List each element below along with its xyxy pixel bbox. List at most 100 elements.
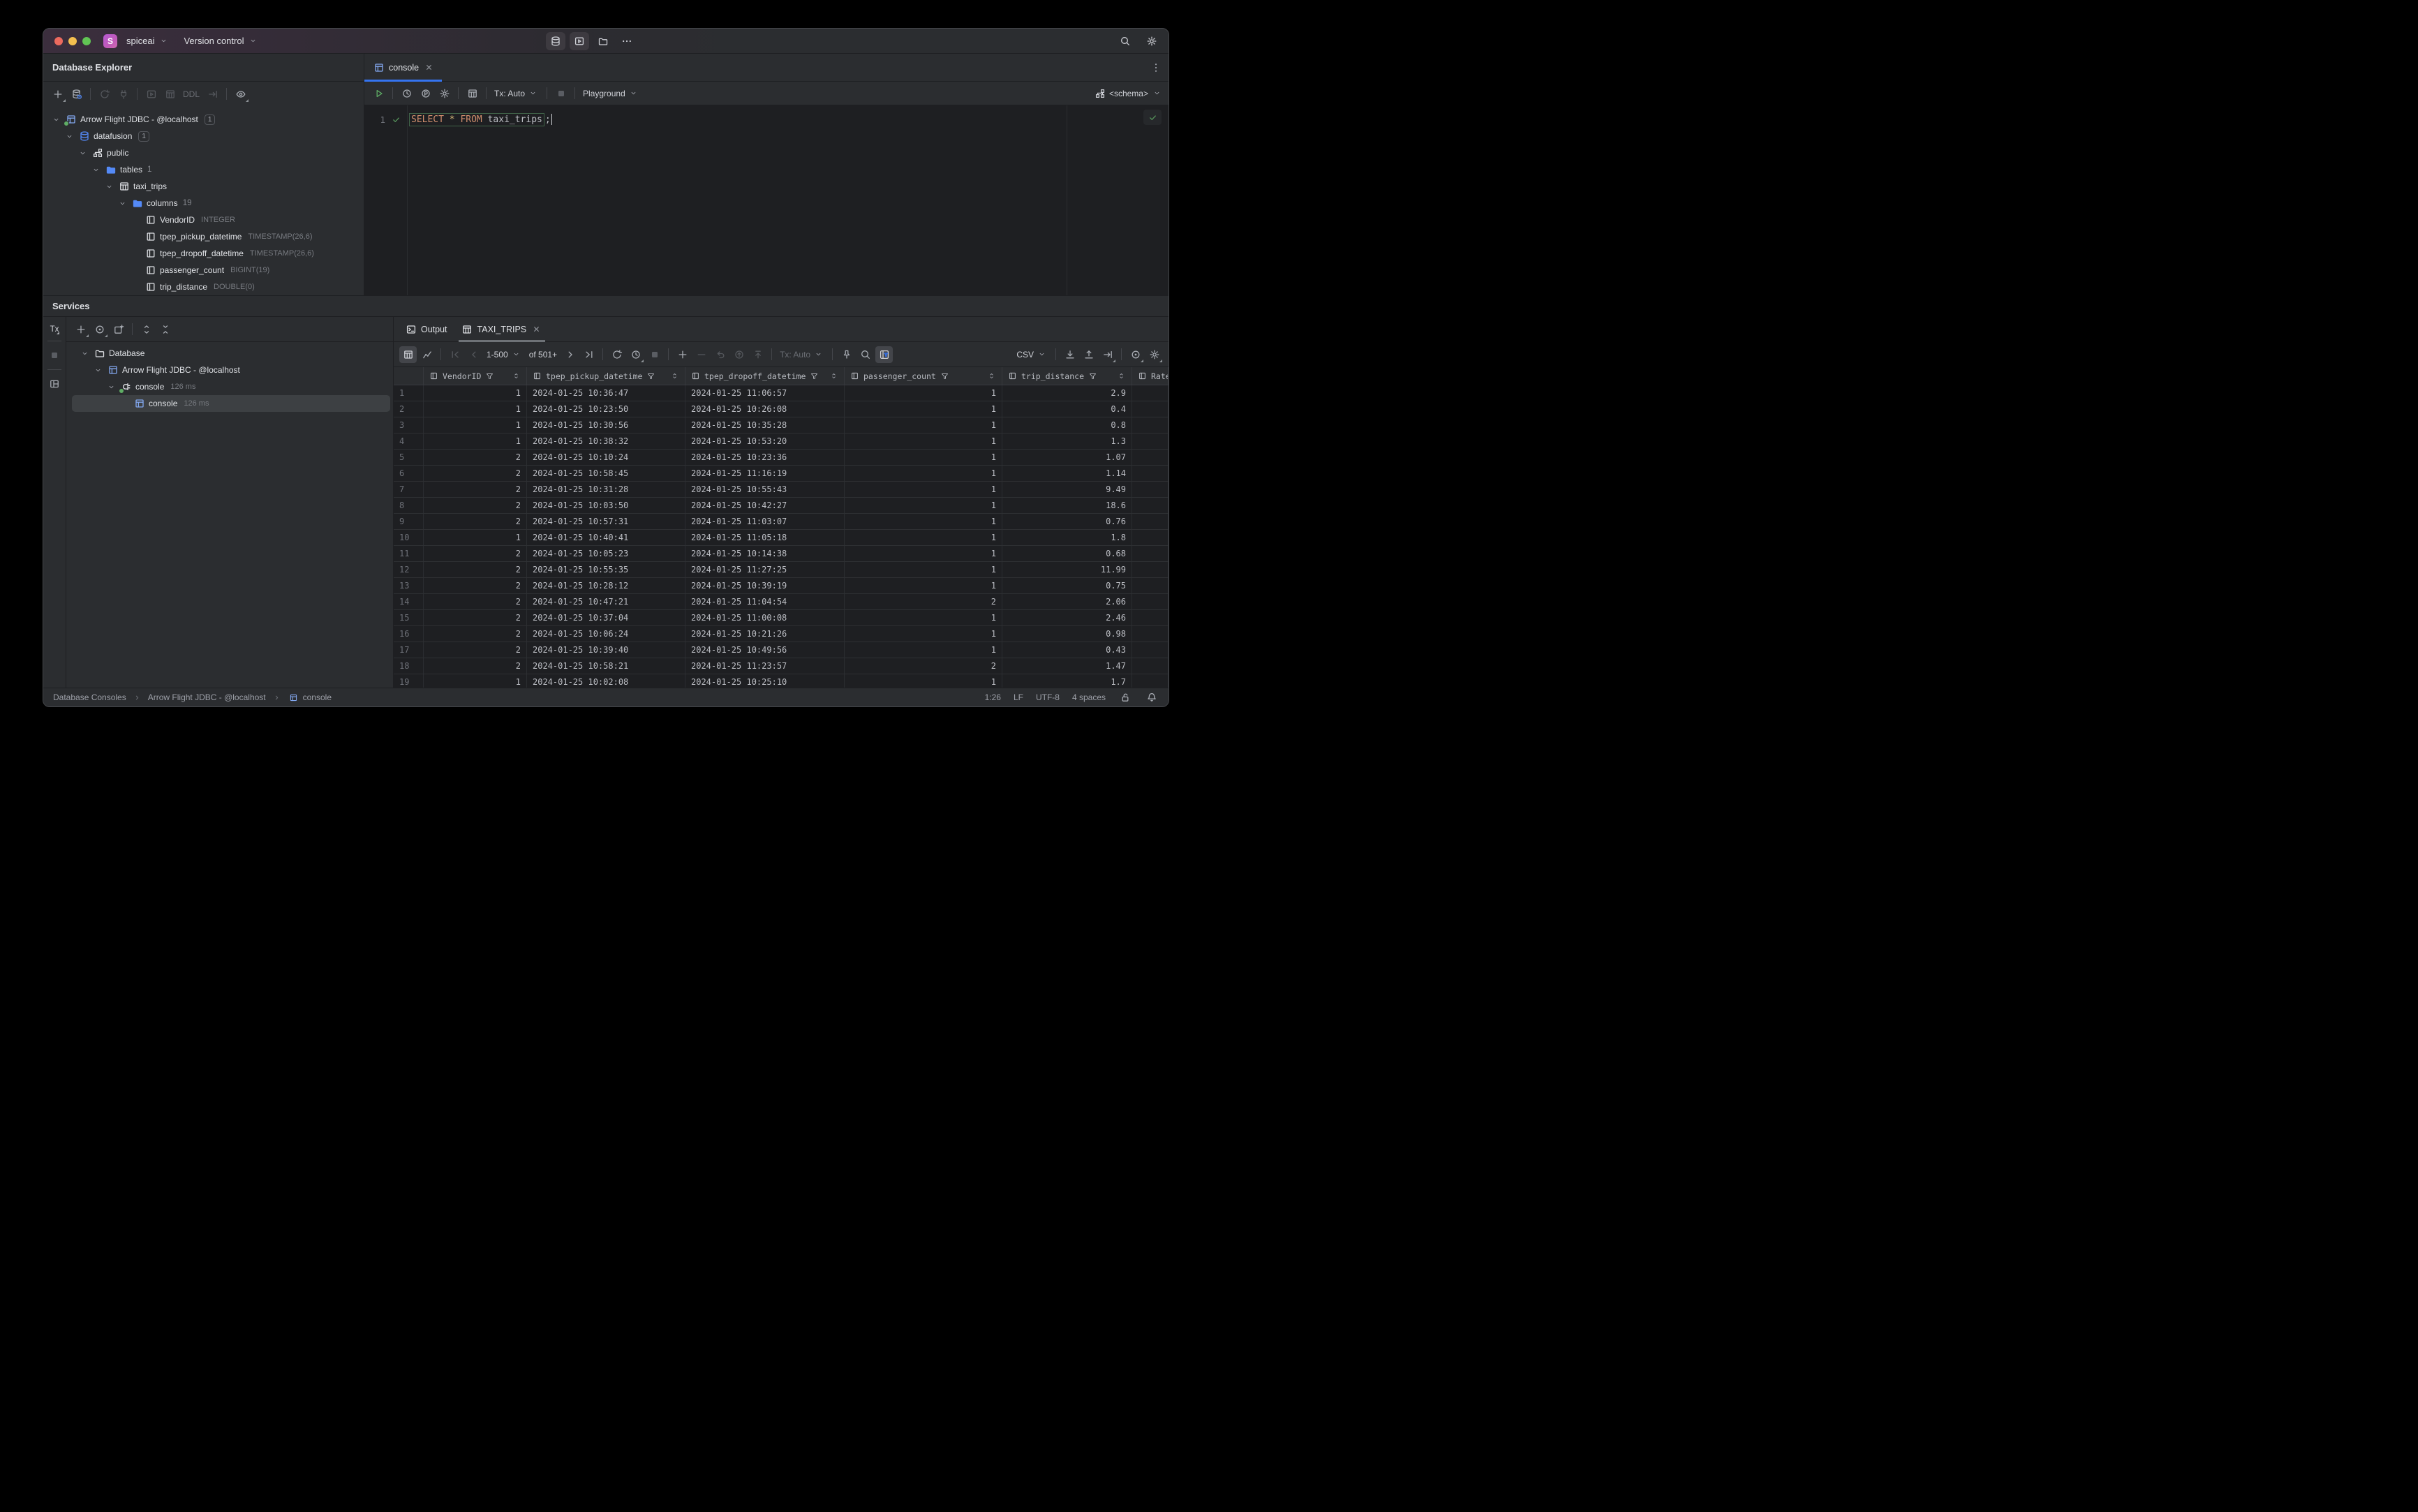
tx-mode-grid-button[interactable]: Tx: Auto (777, 348, 827, 360)
status-item-utf-8[interactable]: UTF-8 (1036, 692, 1060, 702)
cell[interactable]: 2024-01-25 11:27:25 (685, 562, 845, 577)
import-button[interactable] (1061, 346, 1078, 363)
split-layout-button[interactable] (46, 376, 64, 392)
show-options-button[interactable] (91, 321, 108, 338)
cell[interactable]: 2024-01-25 10:57:31 (527, 514, 685, 529)
cell[interactable]: 2.06 (1002, 594, 1132, 609)
cell[interactable]: 9.49 (1002, 482, 1132, 497)
grid-settings-button[interactable] (1145, 346, 1163, 363)
cell[interactable]: 1 (424, 385, 527, 401)
chevron-down-icon[interactable] (90, 166, 101, 174)
column-header-tpep_pickup_datetime[interactable]: tpep_pickup_datetime (527, 367, 685, 385)
breadcrumb-item[interactable]: Arrow Flight JDBC - @localhost (148, 692, 266, 702)
cell[interactable] (1132, 546, 1169, 561)
cell[interactable]: 2024-01-25 10:49:56 (685, 642, 845, 658)
cell[interactable]: 2 (424, 450, 527, 465)
filter-icon[interactable] (1087, 370, 1099, 382)
cell[interactable]: 2024-01-25 11:03:07 (685, 514, 845, 529)
schema-selector[interactable]: <schema> (1095, 87, 1163, 99)
chevron-down-icon[interactable] (64, 133, 75, 140)
cell[interactable] (1132, 433, 1169, 449)
tab-taxi-trips[interactable]: TAXI_TRIPS (454, 317, 550, 342)
export-format-button[interactable]: CSV (1014, 348, 1051, 360)
find-in-grid-button[interactable] (856, 346, 874, 363)
cell[interactable] (1132, 466, 1169, 481)
cell[interactable] (1132, 385, 1169, 401)
cell[interactable]: 1.7 (1002, 674, 1132, 688)
cell[interactable] (1132, 594, 1169, 609)
cell[interactable] (1132, 658, 1169, 674)
cell[interactable]: 2024-01-25 10:28:12 (527, 578, 685, 593)
cell[interactable]: 0.43 (1002, 642, 1132, 658)
submit-button[interactable] (749, 346, 766, 363)
cell[interactable]: 2 (424, 562, 527, 577)
cell[interactable]: 0.68 (1002, 546, 1132, 561)
cell[interactable]: 2 (424, 658, 527, 674)
cell[interactable]: 1 (845, 530, 1002, 545)
next-page-button[interactable] (561, 346, 579, 363)
cell[interactable]: 2024-01-25 11:06:57 (685, 385, 845, 401)
cell[interactable]: 1 (424, 433, 527, 449)
sql-editor[interactable]: 1 SELECT * FROM taxi_trips; (364, 105, 1169, 295)
dbx-item-arrow-flight-jdbc-localhost[interactable]: Arrow Flight JDBC - @localhost 1 (43, 111, 364, 128)
dbx-item-taxi-trips[interactable]: taxi_trips (43, 178, 364, 195)
chevron-down-icon[interactable] (105, 383, 117, 391)
sort-icon[interactable] (1115, 370, 1127, 382)
cell[interactable]: 2024-01-25 10:23:50 (527, 401, 685, 417)
cell[interactable]: 1.8 (1002, 530, 1132, 545)
notifications-button[interactable] (1145, 689, 1159, 706)
cell[interactable]: 2 (424, 514, 527, 529)
settings-button[interactable] (1142, 32, 1162, 50)
cell[interactable]: 1 (845, 482, 1002, 497)
cell[interactable]: 2 (845, 594, 1002, 609)
cell[interactable]: 2024-01-25 10:38:32 (527, 433, 685, 449)
column-header-trip_distance[interactable]: trip_distance (1002, 367, 1132, 385)
cell[interactable]: 1 (845, 642, 1002, 658)
execute-button[interactable] (370, 85, 387, 102)
first-page-button[interactable] (446, 346, 463, 363)
dbx-item-datafusion[interactable]: datafusion 1 (43, 128, 364, 144)
sql-statement[interactable]: SELECT * FROM taxi_trips; (406, 112, 553, 126)
cell[interactable]: 2024-01-25 10:39:40 (527, 642, 685, 658)
stop-button[interactable] (552, 85, 570, 102)
cell[interactable]: 1.14 (1002, 466, 1132, 481)
close-icon[interactable] (423, 61, 435, 73)
cell[interactable]: 2 (424, 626, 527, 642)
cell[interactable] (1132, 642, 1169, 658)
open-data-button[interactable] (161, 86, 179, 103)
cell[interactable] (1132, 401, 1169, 417)
open-ddl-button[interactable]: DDL (180, 89, 202, 99)
cell[interactable] (1132, 674, 1169, 688)
cell[interactable]: 0.8 (1002, 417, 1132, 433)
cell[interactable]: 2 (845, 658, 1002, 674)
data-view-button[interactable] (399, 346, 417, 363)
column-header-tpep_dropoff_datetime[interactable]: tpep_dropoff_datetime (685, 367, 845, 385)
cell[interactable]: 2024-01-25 10:55:35 (527, 562, 685, 577)
cell[interactable]: 2024-01-25 10:03:50 (527, 498, 685, 513)
minimize-window-button[interactable] (68, 36, 77, 45)
cell[interactable]: 1 (845, 546, 1002, 561)
zoom-window-button[interactable] (82, 36, 91, 45)
services-item-console[interactable]: console 126 ms (72, 378, 393, 395)
delete-row-button[interactable] (692, 346, 710, 363)
column-header-vendorid[interactable]: VendorID (424, 367, 527, 385)
cell[interactable]: 2024-01-25 10:10:24 (527, 450, 685, 465)
console-mode-button[interactable]: Playground (580, 87, 642, 99)
cell[interactable] (1132, 626, 1169, 642)
cell[interactable]: 2024-01-25 11:05:18 (685, 530, 845, 545)
expand-all-button[interactable] (138, 321, 155, 338)
page-size-button[interactable]: 1-500 (484, 348, 525, 360)
cell[interactable]: 0.76 (1002, 514, 1132, 529)
cell[interactable] (1132, 498, 1169, 513)
cell[interactable]: 2024-01-25 11:23:57 (685, 658, 845, 674)
services-item-database[interactable]: Database (72, 345, 393, 362)
cell[interactable]: 1 (845, 626, 1002, 642)
parameters-button[interactable] (417, 85, 434, 102)
cell[interactable]: 1 (424, 530, 527, 545)
cell[interactable]: 2024-01-25 10:21:26 (685, 626, 845, 642)
cell[interactable]: 2024-01-25 10:37:04 (527, 610, 685, 625)
cell[interactable]: 1 (845, 674, 1002, 688)
sort-icon[interactable] (510, 370, 522, 382)
datasource-properties-button[interactable] (68, 86, 85, 103)
project-menu[interactable]: spiceai (122, 33, 174, 49)
